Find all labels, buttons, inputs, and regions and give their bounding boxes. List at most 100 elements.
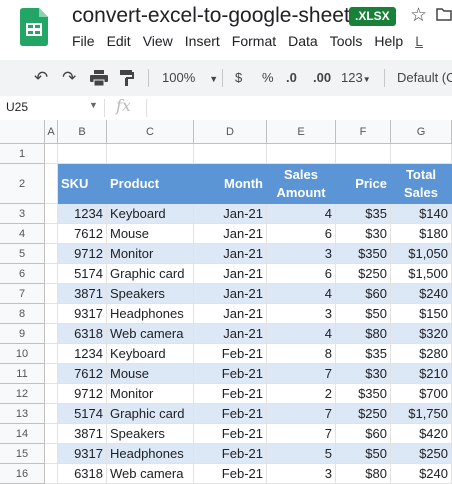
menu-tools[interactable]: Tools <box>330 33 363 49</box>
table-header-cell[interactable]: Price <box>336 164 391 204</box>
cell[interactable] <box>45 284 58 304</box>
table-cell[interactable]: 7 <box>267 424 336 444</box>
table-cell[interactable]: $35 <box>336 204 391 224</box>
table-cell[interactable]: Mouse <box>107 224 194 244</box>
column-header-e[interactable]: E <box>267 120 336 144</box>
cell[interactable] <box>45 144 58 164</box>
row-header-14[interactable]: 14 <box>0 424 45 444</box>
table-cell[interactable]: 4 <box>267 284 336 304</box>
table-cell[interactable]: Graphic card <box>107 404 194 424</box>
table-cell[interactable]: $60 <box>336 424 391 444</box>
table-cell[interactable]: Headphones <box>107 304 194 324</box>
redo-icon[interactable]: ↷ <box>62 60 76 96</box>
row-header-12[interactable]: 12 <box>0 384 45 404</box>
table-cell[interactable]: $280 <box>391 344 452 364</box>
row-header-8[interactable]: 8 <box>0 304 45 324</box>
table-cell[interactable]: 7 <box>267 364 336 384</box>
table-cell[interactable]: 6 <box>267 224 336 244</box>
increase-decimal-button[interactable]: .00 <box>313 60 331 96</box>
table-cell[interactable]: 3 <box>267 244 336 264</box>
row-header-4[interactable]: 4 <box>0 224 45 244</box>
google-sheets-icon[interactable] <box>20 8 48 46</box>
table-cell[interactable]: 1234 <box>58 204 107 224</box>
table-cell[interactable]: 3871 <box>58 284 107 304</box>
row-header-11[interactable]: 11 <box>0 364 45 384</box>
table-cell[interactable]: Graphic card <box>107 264 194 284</box>
cell[interactable] <box>45 464 58 484</box>
table-cell[interactable]: $60 <box>336 284 391 304</box>
column-header-b[interactable]: B <box>58 120 107 144</box>
table-cell[interactable]: $350 <box>336 244 391 264</box>
table-cell[interactable]: $250 <box>336 404 391 424</box>
cell[interactable] <box>45 444 58 464</box>
table-cell[interactable]: $700 <box>391 384 452 404</box>
table-cell[interactable]: Jan-21 <box>194 264 267 284</box>
font-select[interactable]: Default (Ca <box>397 60 452 96</box>
table-cell[interactable]: Web camera <box>107 324 194 344</box>
table-cell[interactable]: Feb-21 <box>194 364 267 384</box>
document-title[interactable]: convert-excel-to-google-sheets <box>72 4 360 28</box>
cell[interactable] <box>45 424 58 444</box>
table-cell[interactable]: Speakers <box>107 424 194 444</box>
table-cell[interactable]: 3871 <box>58 424 107 444</box>
cell[interactable] <box>107 144 194 164</box>
cell[interactable] <box>194 144 267 164</box>
menu-file[interactable]: File <box>72 33 95 49</box>
row-header-10[interactable]: 10 <box>0 344 45 364</box>
table-cell[interactable]: $420 <box>391 424 452 444</box>
table-cell[interactable]: $250 <box>336 264 391 284</box>
table-cell[interactable]: Jan-21 <box>194 224 267 244</box>
table-header-cell[interactable]: Sales Amount <box>267 164 336 204</box>
table-cell[interactable]: 9317 <box>58 304 107 324</box>
select-all-corner[interactable] <box>0 120 45 144</box>
column-header-a[interactable]: A <box>45 120 58 144</box>
cell[interactable] <box>45 264 58 284</box>
menu-data[interactable]: Data <box>288 33 318 49</box>
cell[interactable] <box>45 404 58 424</box>
table-cell[interactable]: 5174 <box>58 264 107 284</box>
paint-format-icon[interactable] <box>120 70 134 86</box>
table-cell[interactable]: Feb-21 <box>194 424 267 444</box>
table-cell[interactable]: $50 <box>336 304 391 324</box>
table-cell[interactable]: 5174 <box>58 404 107 424</box>
column-header-f[interactable]: F <box>336 120 391 144</box>
table-cell[interactable]: $1,750 <box>391 404 452 424</box>
table-cell[interactable]: Monitor <box>107 244 194 264</box>
table-cell[interactable]: $30 <box>336 364 391 384</box>
cell[interactable] <box>391 144 452 164</box>
table-cell[interactable]: 9317 <box>58 444 107 464</box>
table-cell[interactable]: 5 <box>267 444 336 464</box>
table-cell[interactable]: 6318 <box>58 324 107 344</box>
zoom-select[interactable]: 100% ▼ <box>162 60 218 96</box>
table-cell[interactable]: $35 <box>336 344 391 364</box>
menu-help[interactable]: Help <box>374 33 403 49</box>
table-header-cell[interactable]: SKU <box>58 164 107 204</box>
table-cell[interactable]: $320 <box>391 324 452 344</box>
decrease-decimal-button[interactable]: .0 <box>286 60 297 96</box>
table-cell[interactable]: Headphones <box>107 444 194 464</box>
table-cell[interactable]: Mouse <box>107 364 194 384</box>
table-cell[interactable]: $80 <box>336 464 391 484</box>
column-header-c[interactable]: C <box>107 120 194 144</box>
table-cell[interactable]: $140 <box>391 204 452 224</box>
table-cell[interactable]: $210 <box>391 364 452 384</box>
table-cell[interactable]: 6 <box>267 264 336 284</box>
table-cell[interactable]: 7 <box>267 404 336 424</box>
menu-edit[interactable]: Edit <box>107 33 131 49</box>
table-cell[interactable]: Feb-21 <box>194 384 267 404</box>
row-header-6[interactable]: 6 <box>0 264 45 284</box>
percent-format-button[interactable]: % <box>262 60 274 96</box>
table-cell[interactable]: 4 <box>267 324 336 344</box>
name-box[interactable]: U25 <box>6 100 28 114</box>
more-formats-button[interactable]: 123▼ <box>341 60 371 96</box>
table-cell[interactable]: Feb-21 <box>194 444 267 464</box>
table-cell[interactable]: 9712 <box>58 244 107 264</box>
print-icon[interactable] <box>90 70 108 86</box>
cell[interactable] <box>45 224 58 244</box>
column-header-g[interactable]: G <box>391 120 452 144</box>
row-header-3[interactable]: 3 <box>0 204 45 224</box>
table-cell[interactable]: Monitor <box>107 384 194 404</box>
table-cell[interactable]: $80 <box>336 324 391 344</box>
cell[interactable] <box>267 144 336 164</box>
table-cell[interactable]: $250 <box>391 444 452 464</box>
